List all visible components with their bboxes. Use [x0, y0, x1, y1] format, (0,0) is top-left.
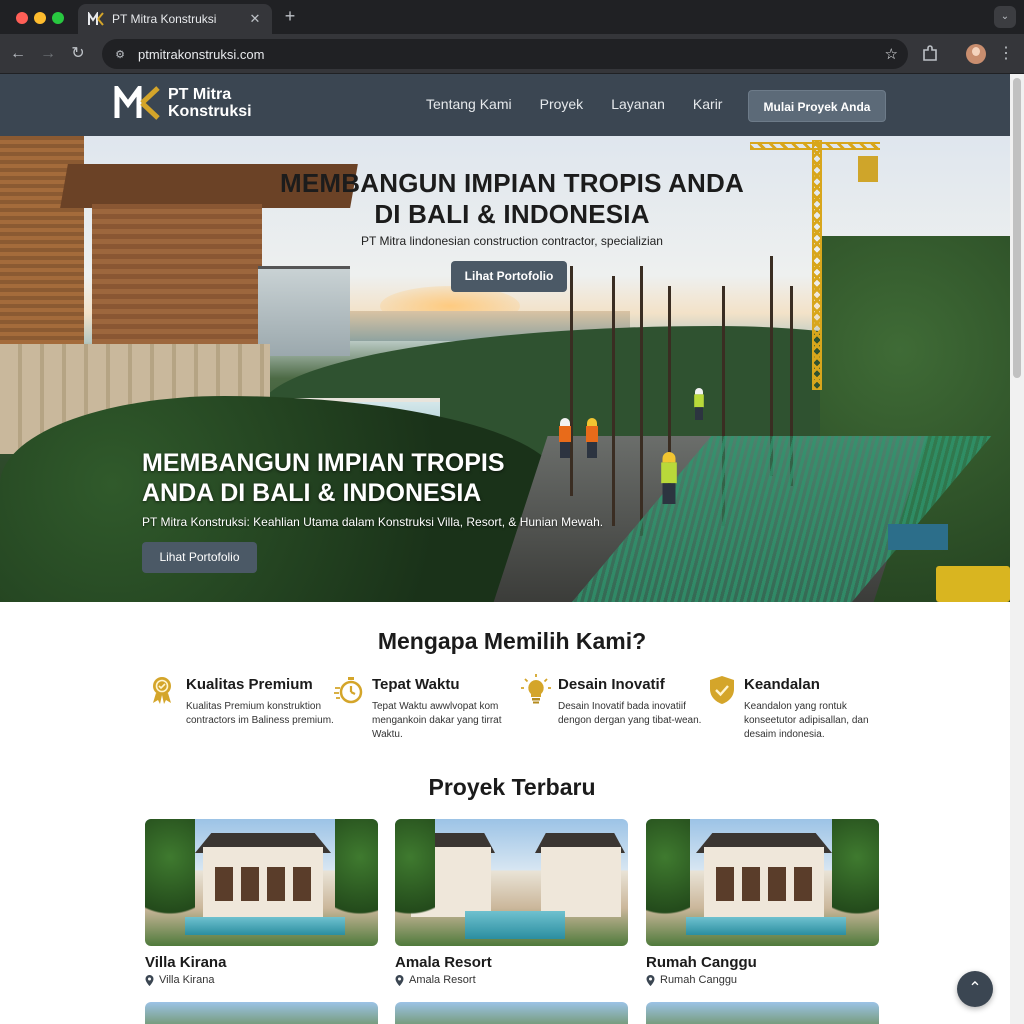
- feature-desc-quality: Kualitas Premium konstruktion contractor…: [186, 701, 334, 726]
- project-location-text: Amala Resort: [409, 974, 476, 986]
- rebar-column: [570, 266, 573, 496]
- feature-title-reliability: Keandalan: [744, 676, 820, 693]
- scrollbar-thumb[interactable]: [1013, 78, 1021, 378]
- project-name[interactable]: Rumah Canggu: [646, 954, 879, 971]
- chevron-up-icon: ⌃: [968, 980, 982, 997]
- tab-close-icon[interactable]: ✕: [248, 11, 262, 27]
- tab-search-chevron-icon[interactable]: ⌄: [994, 6, 1016, 28]
- excavator: [888, 524, 948, 550]
- page-scrollbar[interactable]: [1010, 74, 1024, 1024]
- browser-toolbar: ← → ↻ ⚙ ptmitrakonstruksi.com ☆ ⋮: [0, 34, 1024, 74]
- project-card-next-row[interactable]: [646, 1002, 879, 1024]
- projects-section-title: Proyek Terbaru: [428, 774, 596, 800]
- page-viewport: PT Mitra Konstruksi Tentang Kami Proyek …: [0, 74, 1010, 1024]
- project-image[interactable]: [145, 819, 378, 946]
- worker-figure: [585, 418, 599, 458]
- hero-heading-top: MEMBANGUN IMPIAN TROPIS ANDA DI BALI & I…: [0, 168, 1010, 230]
- hero-heading-top-line-1: MEMBANGUN IMPIAN TROPIS ANDA: [280, 168, 744, 198]
- worker-figure: [660, 452, 678, 504]
- window-zoom-button[interactable]: [52, 12, 64, 24]
- logo-text: PT Mitra Konstruksi: [168, 86, 252, 120]
- logo-line-2: Konstruksi: [168, 103, 252, 120]
- nav-item-tentang-kami[interactable]: Tentang Kami: [426, 96, 512, 112]
- map-pin-icon: [145, 974, 154, 986]
- hero-heading-bottom: MEMBANGUN IMPIAN TROPIS ANDA DI BALI & I…: [142, 448, 505, 508]
- forward-arrow-icon[interactable]: →: [38, 44, 58, 64]
- project-card-rumah-canggu[interactable]: Rumah Canggu Rumah Canggu: [646, 819, 879, 986]
- project-location-text: Villa Kirana: [159, 974, 215, 986]
- hero-subtitle-top: PT Mitra lindonesian construction contra…: [361, 234, 663, 248]
- project-location: Villa Kirana: [145, 974, 378, 986]
- hero-heading-bottom-line-1: MEMBANGUN IMPIAN TROPIS: [142, 449, 505, 477]
- hero-subtitle-bottom: PT Mitra Konstruksi: Keahlian Utama dala…: [142, 515, 604, 529]
- project-name[interactable]: Amala Resort: [395, 954, 628, 971]
- window-minimize-button[interactable]: [34, 12, 46, 24]
- rebar-column: [640, 266, 643, 536]
- project-location: Rumah Canggu: [646, 974, 879, 986]
- site-header: PT Mitra Konstruksi Tentang Kami Proyek …: [0, 74, 1010, 136]
- feature-title-on-time: Tepat Waktu: [372, 676, 460, 693]
- back-to-top-button[interactable]: ⌃: [957, 971, 993, 1007]
- map-pin-icon: [395, 974, 404, 986]
- why-section-title: Mengapa Memilih Kami?: [377, 628, 647, 654]
- project-card-villa-kirana[interactable]: Villa Kirana Villa Kirana: [145, 819, 378, 986]
- extensions-puzzle-icon[interactable]: [920, 44, 940, 64]
- project-card-amala-resort[interactable]: Amala Resort Amala Resort: [395, 819, 628, 986]
- url-text[interactable]: ptmitrakonstruksi.com: [138, 47, 885, 62]
- hero-heading-bottom-line-2: ANDA DI BALI & INDONESIA: [142, 479, 482, 507]
- browser-tab-bar: PT Mitra Konstruksi ✕ + ⌄: [0, 0, 1024, 34]
- browser-menu-icon[interactable]: ⋮: [998, 44, 1014, 64]
- site-info-icon[interactable]: ⚙: [112, 48, 128, 61]
- hero-heading-top-line-2: DI BALI & INDONESIA: [374, 199, 650, 229]
- project-image[interactable]: [646, 819, 879, 946]
- nav-item-karir[interactable]: Karir: [693, 96, 723, 112]
- nav-item-layanan[interactable]: Layanan: [611, 96, 665, 112]
- shield-check-icon: [710, 676, 734, 704]
- dump-truck: [936, 566, 1010, 602]
- rebar-column: [612, 276, 615, 526]
- project-name[interactable]: Villa Kirana: [145, 954, 378, 971]
- site-favicon-icon: [88, 12, 104, 26]
- villa-glass-balcony: [258, 266, 350, 356]
- feature-desc-on-time: Tepat Waktu awwlvopat kom mengankoin dak…: [372, 701, 502, 740]
- project-location-text: Rumah Canggu: [660, 974, 738, 986]
- feature-desc-design: Desain Inovatif bada inovatiif dengon de…: [558, 701, 702, 726]
- profile-avatar[interactable]: [966, 44, 986, 64]
- site-logo[interactable]: PT Mitra Konstruksi: [114, 86, 252, 120]
- logo-line-1: PT Mitra: [168, 86, 232, 103]
- back-arrow-icon[interactable]: ←: [8, 44, 28, 64]
- view-portfolio-button-bottom[interactable]: Lihat Portofolio: [142, 542, 257, 573]
- hero-banner: MEMBANGUN IMPIAN TROPIS ANDA DI BALI & I…: [0, 136, 1010, 602]
- award-badge-icon: [153, 677, 171, 704]
- project-location: Amala Resort: [395, 974, 628, 986]
- lightbulb-icon: [521, 674, 551, 704]
- tab-title: PT Mitra Konstruksi: [112, 12, 217, 26]
- project-card-next-row[interactable]: [145, 1002, 378, 1024]
- new-tab-button[interactable]: +: [280, 6, 300, 26]
- stopwatch-icon: [334, 677, 363, 704]
- mk-logo-icon: [114, 86, 160, 120]
- reload-icon[interactable]: ↻: [68, 44, 88, 64]
- bookmark-star-icon[interactable]: ☆: [885, 45, 898, 63]
- project-card-next-row[interactable]: [395, 1002, 628, 1024]
- project-image[interactable]: [395, 819, 628, 946]
- worker-figure: [693, 388, 704, 420]
- window-close-button[interactable]: [16, 12, 28, 24]
- address-bar[interactable]: ⚙ ptmitrakonstruksi.com ☆: [102, 39, 908, 69]
- feature-desc-reliability: Keandalon yang rontuk konseetutor adipis…: [744, 701, 869, 740]
- feature-title-quality: Kualitas Premium: [186, 676, 313, 693]
- feature-title-design: Desain Inovatif: [558, 676, 665, 693]
- view-portfolio-button-top[interactable]: Lihat Portofolio: [451, 261, 567, 292]
- start-project-button[interactable]: Mulai Proyek Anda: [748, 90, 886, 122]
- worker-figure: [558, 418, 572, 458]
- browser-tab[interactable]: PT Mitra Konstruksi ✕: [78, 4, 272, 34]
- main-nav: Tentang Kami Proyek Layanan Karir: [426, 96, 722, 112]
- map-pin-icon: [646, 974, 655, 986]
- nav-item-proyek[interactable]: Proyek: [540, 96, 584, 112]
